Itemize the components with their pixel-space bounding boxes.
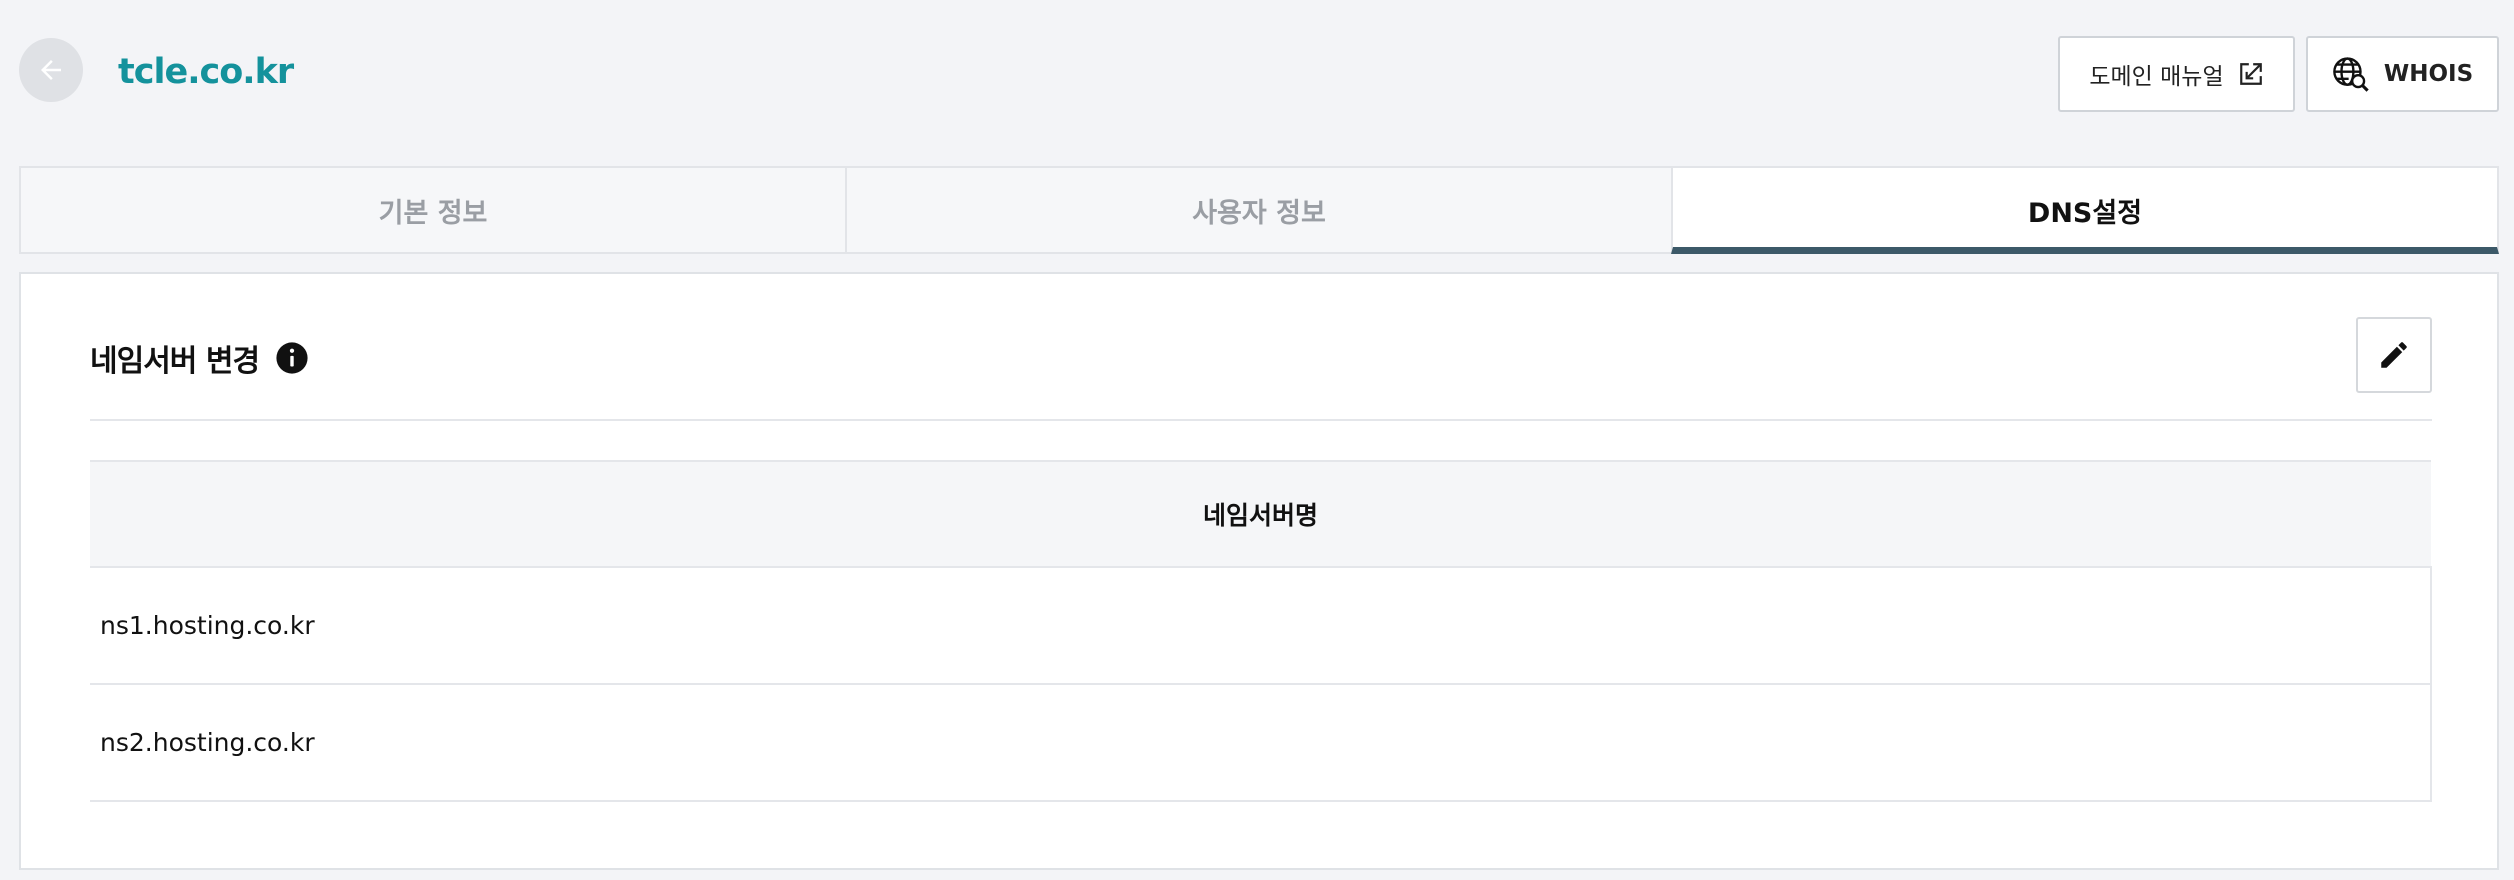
domain-title: tcle.co.kr [118, 52, 294, 92]
pencil-icon [2377, 338, 2411, 372]
section-title-text: 네임서버 변경 [90, 344, 260, 379]
section-title: 네임서버 변경 [90, 336, 309, 380]
section-divider [90, 419, 2432, 421]
nameserver-cell: ns2.hosting.co.kr [90, 684, 2432, 802]
table-row: ns1.hosting.co.kr [90, 567, 2432, 685]
whois-button[interactable]: WHOIS [2306, 36, 2499, 112]
arrow-left-icon [36, 55, 66, 85]
edit-nameserver-button[interactable] [2356, 317, 2432, 393]
tab-dns-settings[interactable]: DNS설정 [1671, 166, 2499, 254]
globe-search-icon [2332, 55, 2370, 93]
domain-manual-button[interactable]: 도메인 매뉴얼 [2058, 36, 2295, 112]
info-icon[interactable] [275, 341, 309, 375]
domain-manual-label: 도메인 매뉴얼 [2089, 64, 2224, 90]
back-button[interactable] [19, 38, 83, 102]
whois-label: WHOIS [2383, 61, 2474, 87]
tab-user-info[interactable]: 사용자 정보 [845, 166, 1671, 254]
tab-basic-info[interactable]: 기본 정보 [19, 166, 845, 254]
nameserver-table: 네임서버명 ns1.hosting.co.kr ns2.hosting.co.k… [90, 460, 2432, 802]
nameserver-cell: ns1.hosting.co.kr [90, 567, 2432, 685]
external-link-icon [2238, 61, 2264, 87]
tab-bar: 기본 정보 사용자 정보 DNS설정 [19, 166, 2499, 254]
column-header-nameserver: 네임서버명 [90, 460, 2431, 568]
table-row: ns2.hosting.co.kr [90, 684, 2432, 802]
nameserver-panel: 네임서버 변경 네임서버명 ns1.hosting.co.kr ns2.host… [19, 272, 2499, 870]
